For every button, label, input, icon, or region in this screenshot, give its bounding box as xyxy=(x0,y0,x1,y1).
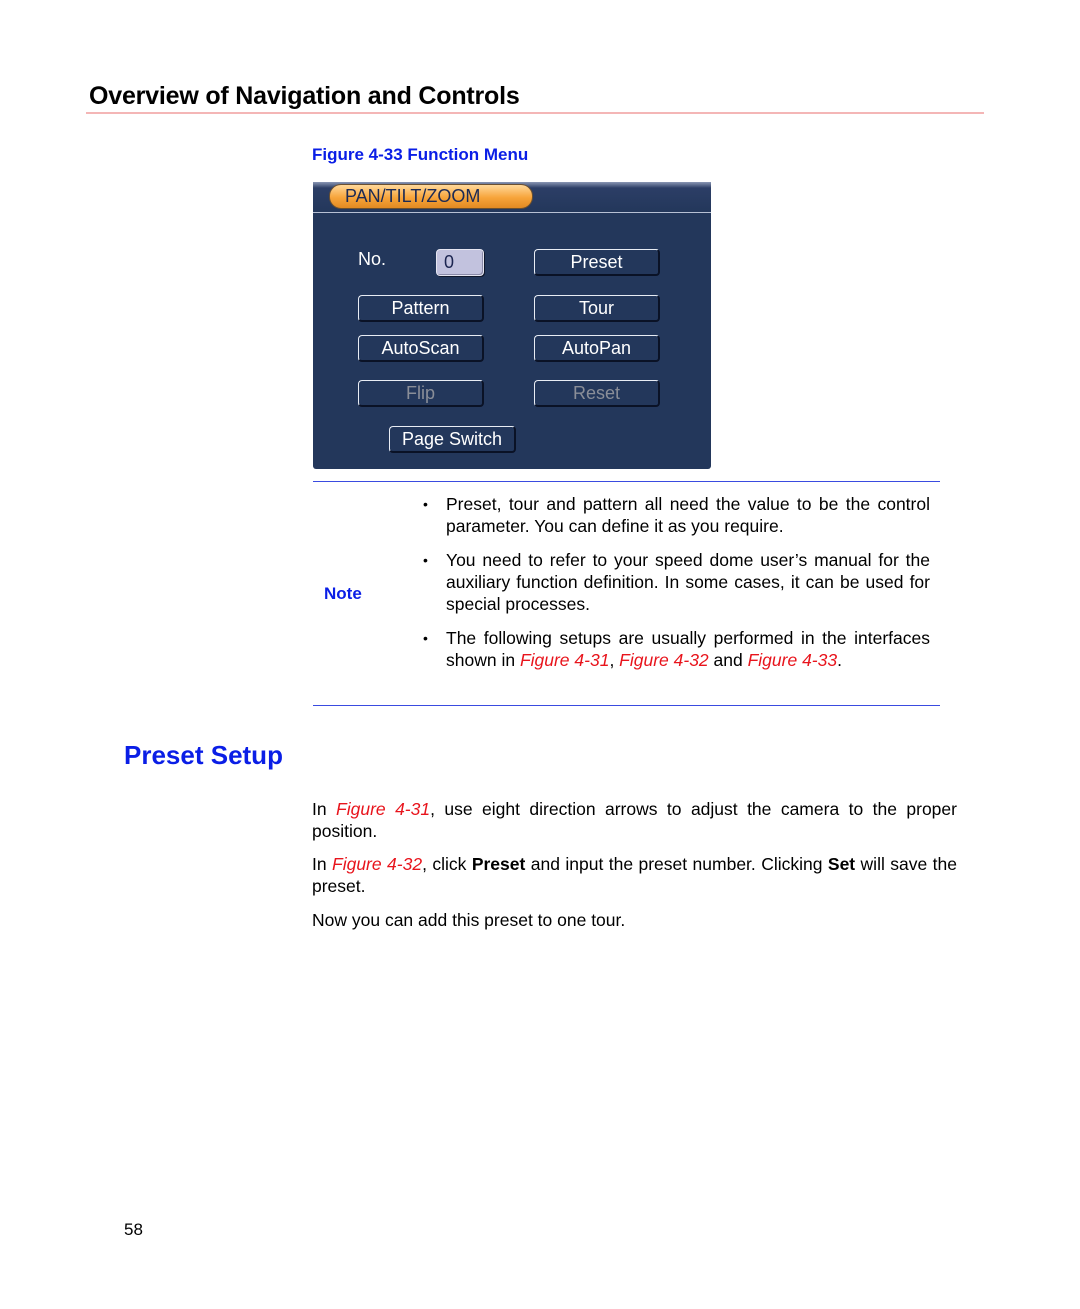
note-bottom-divider xyxy=(313,705,940,706)
bullet-icon: • xyxy=(423,496,428,512)
paragraph-text: In xyxy=(312,854,333,874)
number-input[interactable]: 0 xyxy=(436,249,484,276)
body-paragraph: Now you can add this preset to one tour. xyxy=(312,910,626,930)
note-label: Note xyxy=(324,584,362,603)
note-text: Preset, tour and pattern all need the va… xyxy=(446,494,930,536)
paragraph-text: , click xyxy=(422,854,472,874)
ptz-function-menu-panel: PAN/TILT/ZOOM No. 0 Preset Pattern Tour … xyxy=(313,182,711,469)
flip-button[interactable]: Flip xyxy=(358,380,484,407)
body-paragraph: In Figure 4-32, click Preset and input t… xyxy=(312,853,957,897)
page-number: 58 xyxy=(124,1220,143,1239)
body-paragraph: In Figure 4-31, use eight direction arro… xyxy=(312,798,957,842)
bullet-icon: • xyxy=(423,552,428,568)
note-text: , xyxy=(609,650,620,670)
preset-button[interactable]: Preset xyxy=(534,249,660,276)
note-item: • The following setups are usually perfo… xyxy=(415,627,930,671)
bullet-icon: • xyxy=(423,630,428,646)
autopan-button[interactable]: AutoPan xyxy=(534,335,660,362)
paragraph-text: In xyxy=(312,799,337,819)
tour-button[interactable]: Tour xyxy=(534,295,660,322)
page-switch-button[interactable]: Page Switch xyxy=(389,426,516,453)
figure-caption: Figure 4-33 Function Menu xyxy=(312,145,529,164)
paragraph-text: and input the preset number. Clicking xyxy=(525,854,828,874)
pattern-button[interactable]: Pattern xyxy=(358,295,484,322)
note-item: • You need to refer to your speed dome u… xyxy=(415,549,930,615)
note-text: . xyxy=(837,650,842,670)
figure-link[interactable]: Figure 4-31 xyxy=(520,650,610,670)
note-item: • Preset, tour and pattern all need the … xyxy=(415,493,930,537)
figure-link[interactable]: Figure 4-32 xyxy=(332,854,422,874)
ptz-tab[interactable]: PAN/TILT/ZOOM xyxy=(329,184,533,209)
bold-term: Preset xyxy=(471,854,526,874)
chapter-title: Overview of Navigation and Controls xyxy=(89,82,520,110)
note-text: You need to refer to your speed dome use… xyxy=(446,550,930,614)
autoscan-button[interactable]: AutoScan xyxy=(358,335,484,362)
number-label: No. xyxy=(358,249,387,269)
reset-button[interactable]: Reset xyxy=(534,380,660,407)
figure-link[interactable]: Figure 4-33 xyxy=(748,650,838,670)
section-title: Preset Setup xyxy=(124,740,283,770)
figure-link[interactable]: Figure 4-32 xyxy=(619,650,709,670)
chapter-divider xyxy=(86,112,984,114)
panel-title-divider xyxy=(313,212,711,213)
bold-term: Set xyxy=(827,854,856,874)
note-text: and xyxy=(708,650,748,670)
note-list: • Preset, tour and pattern all need the … xyxy=(415,493,930,683)
note-top-divider xyxy=(313,481,940,482)
figure-link[interactable]: Figure 4-31 xyxy=(336,799,430,819)
